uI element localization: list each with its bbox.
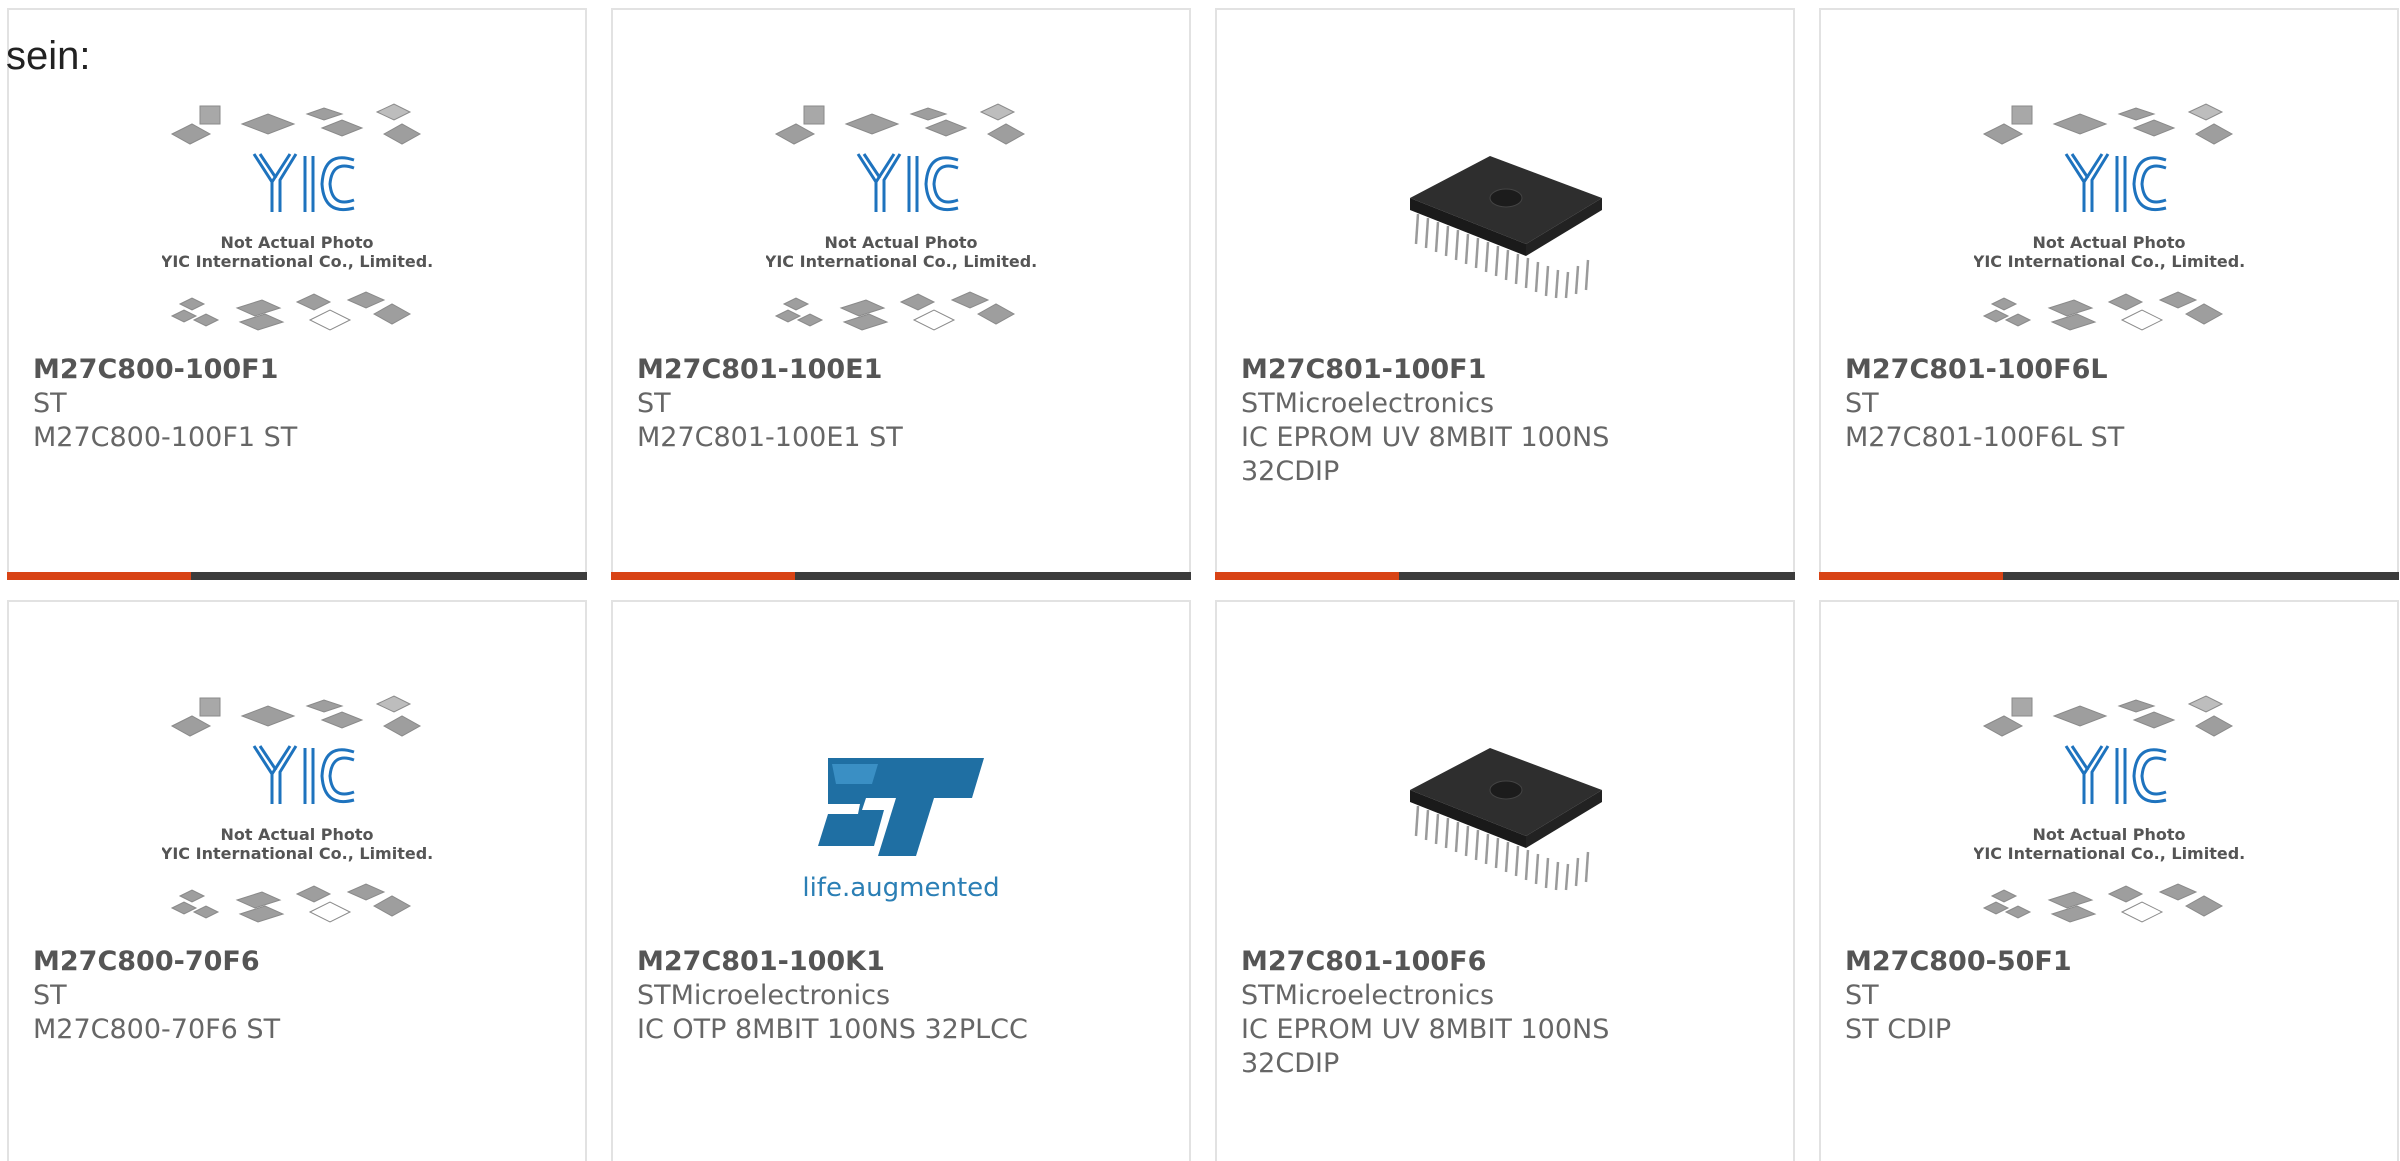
product-image[interactable]: Not Actual Photo YIC International Co., … xyxy=(162,94,432,340)
card-accent-bar xyxy=(7,572,587,580)
manufacturer: ST xyxy=(33,980,67,1011)
manufacturer: ST xyxy=(1845,388,1879,419)
product-image[interactable]: Not Actual Photo YIC International Co., … xyxy=(162,686,432,932)
product-image[interactable]: Not Actual Photo YIC International Co., … xyxy=(766,94,1036,340)
part-number-link[interactable]: M27C801-100E1 xyxy=(637,353,1169,387)
dip-chip-image xyxy=(1410,156,1602,299)
product-info: M27C800-50F1 ST ST CDIP xyxy=(1845,945,2377,1047)
description-line: IC EPROM UV 8MBIT 100NS xyxy=(1241,422,1610,453)
part-number-link[interactable]: M27C801-100F6 xyxy=(1241,945,1773,979)
product-card[interactable]: M27C801-100F6 STMicroelectronics IC EPROM … xyxy=(1215,600,1795,1161)
card-accent-highlight xyxy=(7,572,191,580)
product-info: M27C801-100F6L ST M27C801-100F6L ST xyxy=(1845,353,2377,455)
part-number-link[interactable]: M27C801-100F1 xyxy=(1241,353,1773,387)
product-info: M27C800-70F6 ST M27C800-70F6 ST xyxy=(33,945,565,1047)
part-number-link[interactable]: M27C800-100F1 xyxy=(33,353,565,387)
part-number-link[interactable]: M27C801-100F6L xyxy=(1845,353,2377,387)
yic-placeholder-image: Not Actual Photo YIC International Co., … xyxy=(162,103,432,331)
product-info: M27C801-100E1 ST M27C801-100E1 ST xyxy=(637,353,1169,455)
manufacturer: ST xyxy=(637,388,671,419)
placeholder-caption-line2: YIC International Co., Limited. xyxy=(162,844,432,863)
description-line: M27C801-100E1 ST xyxy=(637,422,903,453)
dip-chip-image xyxy=(1410,748,1602,891)
product-card[interactable]: life.augmented M27C801-100K1 STMicroelect… xyxy=(611,600,1191,1161)
product-image[interactable]: Not Actual Photo YIC International Co., … xyxy=(1974,94,2244,340)
product-card[interactable]: M27C801-100F1 STMicroelectronics IC EPROM … xyxy=(1215,8,1795,580)
manufacturer: ST xyxy=(1845,980,1879,1011)
manufacturer: STMicroelectronics xyxy=(1241,388,1495,419)
description-line: ST CDIP xyxy=(1845,1014,1952,1045)
yic-placeholder-image: Not Actual Photo YIC International Co., … xyxy=(766,103,1036,331)
product-info: M27C801-100F6 STMicroelectronics IC EPROM … xyxy=(1241,945,1773,1081)
placeholder-caption-line1: Not Actual Photo xyxy=(2032,825,2185,844)
description-line: M27C800-70F6 ST xyxy=(33,1014,281,1045)
placeholder-caption-line1: Not Actual Photo xyxy=(2032,233,2185,252)
product-card[interactable]: Not Actual Photo YIC International Co., … xyxy=(1819,600,2399,1161)
product-image[interactable] xyxy=(1370,94,1640,340)
card-accent-highlight xyxy=(1819,572,2003,580)
description-line: M27C801-100F6L ST xyxy=(1845,422,2125,453)
st-logo-image: life.augmented xyxy=(802,758,1000,903)
product-image[interactable]: life.augmented xyxy=(766,686,1036,932)
card-accent-bar xyxy=(611,572,1191,580)
card-accent-bar xyxy=(1819,572,2399,580)
product-image[interactable]: Not Actual Photo YIC International Co., … xyxy=(1974,686,2244,932)
product-grid: Not Actual Photo YIC International Co., … xyxy=(7,8,2399,1161)
page: sein: Not Actual Photo YIC International… xyxy=(0,0,2400,1161)
card-accent-highlight xyxy=(611,572,795,580)
yic-placeholder-image: Not Actual Photo YIC International Co., … xyxy=(162,695,432,923)
placeholder-caption-line2: YIC International Co., Limited. xyxy=(1974,844,2244,863)
st-logo-tagline: life.augmented xyxy=(802,873,999,903)
product-info: M27C801-100F1 STMicroelectronics IC EPROM … xyxy=(1241,353,1773,489)
product-card[interactable]: Not Actual Photo YIC International Co., … xyxy=(7,8,587,580)
card-accent-highlight xyxy=(1215,572,1399,580)
part-number-link[interactable]: M27C800-50F1 xyxy=(1845,945,2377,979)
product-card[interactable]: Not Actual Photo YIC International Co., … xyxy=(7,600,587,1161)
intro-text: sein: xyxy=(6,34,91,78)
card-accent-bar xyxy=(1215,572,1795,580)
manufacturer: STMicroelectronics xyxy=(1241,980,1495,1011)
product-card[interactable]: Not Actual Photo YIC International Co., … xyxy=(611,8,1191,580)
placeholder-caption-line1: Not Actual Photo xyxy=(824,233,977,252)
placeholder-caption-line1: Not Actual Photo xyxy=(220,825,373,844)
manufacturer: STMicroelectronics xyxy=(637,980,891,1011)
placeholder-caption-line2: YIC International Co., Limited. xyxy=(162,252,432,271)
part-number-link[interactable]: M27C800-70F6 xyxy=(33,945,565,979)
part-number-link[interactable]: M27C801-100K1 xyxy=(637,945,1169,979)
yic-placeholder-image: Not Actual Photo YIC International Co., … xyxy=(1974,695,2244,923)
description-line: 32CDIP xyxy=(1241,456,1340,487)
product-info: M27C801-100K1 STMicroelectronics IC OTP 8M… xyxy=(637,945,1169,1047)
description-line: IC OTP 8MBIT 100NS 32PLCC xyxy=(637,1014,1028,1045)
description-line: IC EPROM UV 8MBIT 100NS xyxy=(1241,1014,1610,1045)
description-line: M27C800-100F1 ST xyxy=(33,422,298,453)
product-card[interactable]: Not Actual Photo YIC International Co., … xyxy=(1819,8,2399,580)
placeholder-caption-line2: YIC International Co., Limited. xyxy=(1974,252,2244,271)
placeholder-caption-line1: Not Actual Photo xyxy=(220,233,373,252)
manufacturer: ST xyxy=(33,388,67,419)
yic-placeholder-image: Not Actual Photo YIC International Co., … xyxy=(1974,103,2244,331)
product-info: M27C800-100F1 ST M27C800-100F1 ST xyxy=(33,353,565,455)
placeholder-caption-line2: YIC International Co., Limited. xyxy=(766,252,1036,271)
product-image[interactable] xyxy=(1370,686,1640,932)
description-line: 32CDIP xyxy=(1241,1048,1340,1079)
